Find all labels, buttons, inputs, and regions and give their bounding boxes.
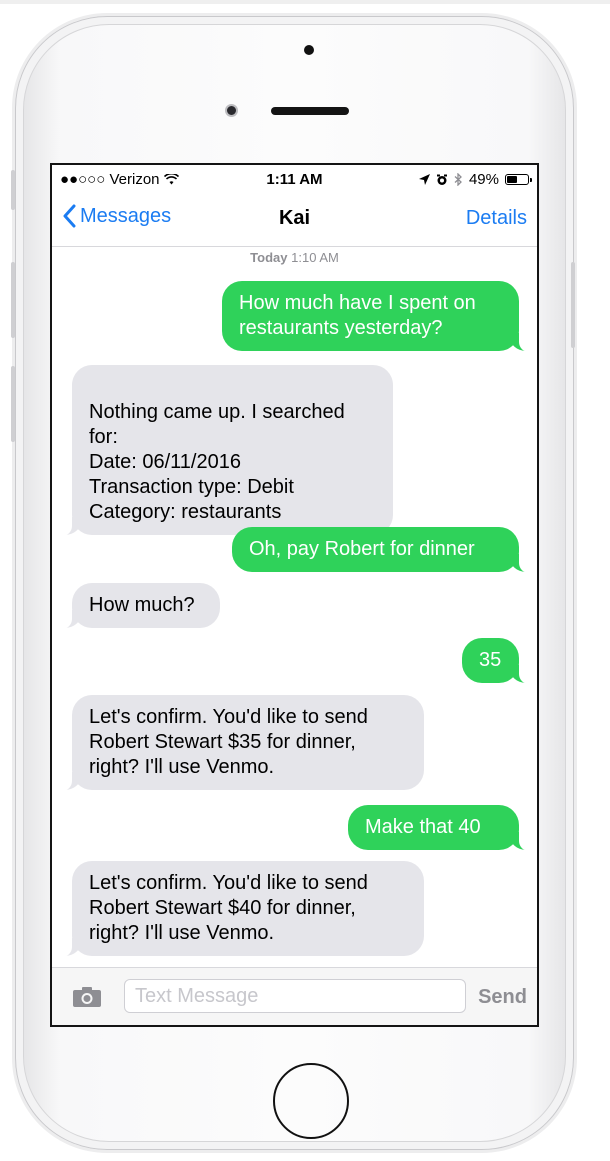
top-strip: [0, 0, 610, 4]
earpiece-speaker: [271, 107, 349, 115]
outgoing-message[interactable]: Oh, pay Robert for dinner: [232, 527, 533, 573]
outgoing-message[interactable]: How much have I spent on restaurants yes…: [222, 281, 533, 352]
timestamp-time: 1:10 AM: [291, 250, 339, 265]
message-text: How much?: [89, 594, 195, 616]
status-bar: ●●○○○ Verizon 1:11 AM 49%: [52, 165, 537, 191]
battery-percent: 49%: [468, 171, 499, 188]
phone-screen: ●●○○○ Verizon 1:11 AM 49% Messages Kai D…: [50, 163, 539, 1027]
bluetooth-icon: [454, 173, 462, 186]
incoming-message[interactable]: Let's confirm. You'd like to send Robert…: [58, 861, 424, 957]
location-arrow-icon: [418, 174, 430, 185]
volume-down-button[interactable]: [11, 366, 15, 442]
outgoing-message[interactable]: Make that 40: [348, 805, 533, 851]
battery-icon: [505, 174, 532, 185]
volume-up-button[interactable]: [11, 262, 15, 338]
nav-bar: Messages Kai Details: [52, 193, 537, 247]
incoming-message[interactable]: How much?: [58, 583, 220, 629]
incoming-message[interactable]: Let's confirm. You'd like to send Robert…: [58, 695, 424, 791]
power-button[interactable]: [571, 262, 575, 348]
incoming-message[interactable]: Nothing came up. I searched for: Date: 0…: [58, 365, 393, 536]
message-thread[interactable]: Today 1:10 AM How much have I spent on r…: [52, 247, 537, 965]
message-text: Make that 40: [365, 816, 481, 838]
alarm-icon: [436, 174, 447, 185]
message-text: Let's confirm. You'd like to send Robert…: [89, 872, 368, 944]
camera-icon[interactable]: [72, 986, 102, 1008]
message-input[interactable]: Text Message: [124, 979, 466, 1013]
timestamp-day: Today: [250, 250, 288, 265]
message-text: How much have I spent on restaurants yes…: [239, 292, 476, 339]
home-button[interactable]: [273, 1063, 349, 1139]
proximity-sensor: [304, 45, 314, 55]
message-text: Nothing came up. I searched for: Date: 0…: [89, 401, 345, 523]
message-text: 35: [479, 649, 502, 671]
mute-switch[interactable]: [11, 170, 15, 210]
outgoing-message[interactable]: 35: [462, 638, 533, 684]
message-text: Let's confirm. You'd like to send Robert…: [89, 706, 368, 778]
status-right: 49%: [418, 171, 532, 188]
details-button[interactable]: Details: [466, 207, 527, 230]
composer-bar: Text Message Send: [52, 967, 537, 1025]
send-button[interactable]: Send: [478, 986, 527, 1009]
front-camera: [225, 104, 238, 117]
thread-timestamp: Today 1:10 AM: [52, 250, 537, 267]
battery-fill: [507, 176, 517, 183]
message-text: Oh, pay Robert for dinner: [249, 538, 475, 560]
conversation-title: Kai: [278, 207, 311, 229]
